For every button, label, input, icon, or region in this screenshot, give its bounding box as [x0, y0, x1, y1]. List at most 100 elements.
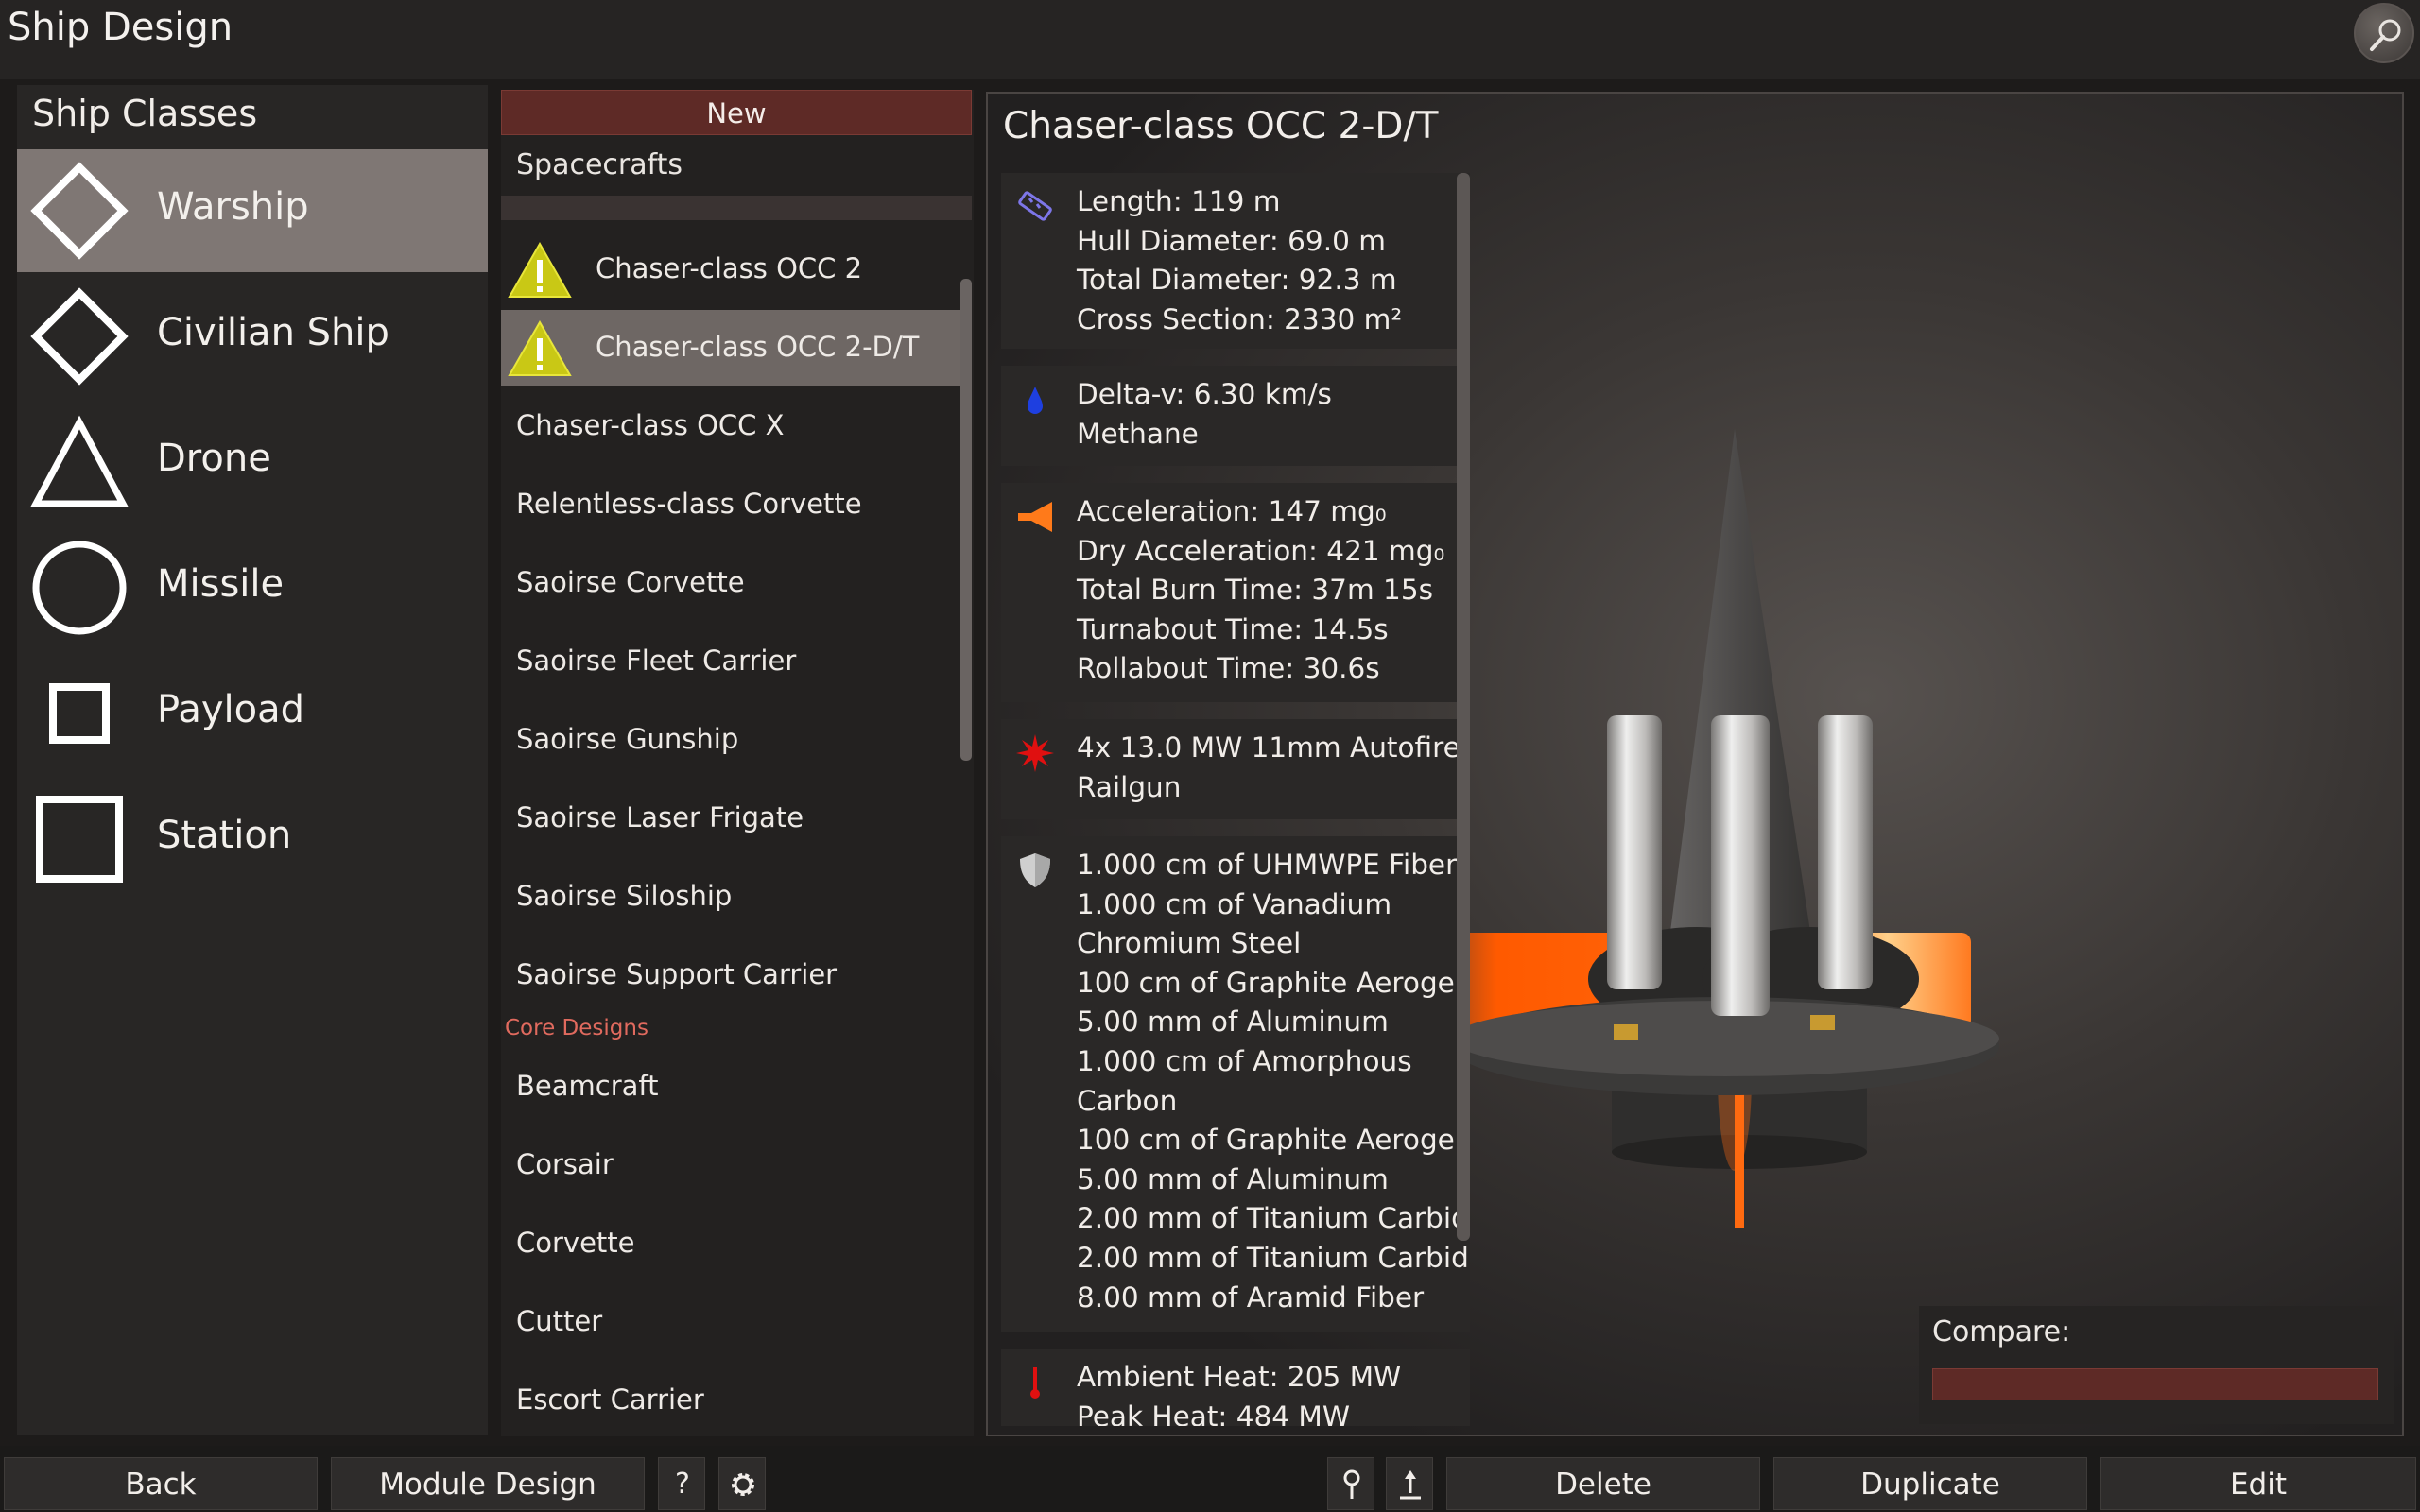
design-item-label: Saoirse Siloship [516, 880, 733, 912]
stat-line: Methane [1077, 417, 1199, 450]
app-title: Ship Design [8, 6, 233, 49]
pin-icon [1343, 1469, 1360, 1499]
core-design-item[interactable]: Corsair [501, 1127, 964, 1203]
thermometer-icon [1030, 1367, 1040, 1399]
stat-line: Carbon [1077, 1084, 1178, 1117]
armor-shield-icon [1020, 853, 1050, 887]
new-design-button[interactable]: New [501, 90, 972, 135]
export-button[interactable] [1386, 1457, 1433, 1510]
fuel-drop-icon [1028, 387, 1043, 414]
ship-title: Chaser-class OCC 2-D/T [1003, 105, 1439, 147]
design-item[interactable]: Saoirse Fleet Carrier [501, 624, 964, 699]
stat-line: Total Burn Time: 37m 15s [1077, 574, 1433, 607]
stat-line: Railgun [1077, 770, 1182, 803]
compare-label: Compare: [1932, 1315, 2071, 1349]
back-button[interactable]: Back [4, 1457, 318, 1510]
design-item[interactable]: Chaser-class OCC X [501, 388, 964, 464]
class-label: Station [157, 814, 292, 857]
class-label: Payload [157, 688, 304, 731]
design-item[interactable]: Saoirse Siloship [501, 859, 964, 935]
ship-stats-list: Length: 119 m Hull Diameter: 69.0 m Tota… [1001, 169, 1470, 1426]
design-item[interactable]: Chaser-class OCC 2 [501, 232, 964, 307]
stats-scrollbar[interactable] [1457, 173, 1470, 1241]
list-divider [501, 196, 972, 220]
triangle-icon [30, 415, 129, 507]
compare-box: Compare: [1919, 1306, 2394, 1424]
class-item-warship[interactable]: Warship [17, 149, 488, 272]
class-item-drone[interactable]: Drone [17, 401, 488, 524]
stat-line: Turnabout Time: 14.5s [1077, 612, 1389, 645]
design-item-label: Cutter [516, 1305, 603, 1337]
thruster-icon [1018, 502, 1052, 532]
settings-button[interactable] [718, 1457, 766, 1510]
pin-button[interactable] [1327, 1457, 1374, 1510]
design-item-label: Saoirse Support Carrier [516, 958, 838, 990]
stat-line: 8.00 mm of Aramid Fiber [1077, 1280, 1425, 1314]
class-label: Civilian Ship [157, 311, 389, 354]
core-design-item[interactable]: Cutter [501, 1284, 964, 1360]
core-design-item[interactable]: Escort Carrier [501, 1363, 964, 1438]
stat-line: Peak Heat: 484 MW [1077, 1400, 1351, 1426]
weapon-burst-icon [1016, 734, 1054, 772]
stat-line: Dry Acceleration: 421 mg₀ [1077, 534, 1445, 567]
gear-icon [732, 1473, 754, 1496]
stat-line: 1.000 cm of Vanadium [1077, 887, 1392, 920]
design-item[interactable]: Saoirse Support Carrier [501, 937, 964, 1013]
stat-line: Ambient Heat: 205 MW [1077, 1361, 1402, 1393]
stat-line: Rollabout Time: 30.6s [1077, 652, 1380, 685]
design-item[interactable]: Saoirse Gunship [501, 702, 964, 778]
propulsion-card: Delta-v: 6.30 km/s Methane [1001, 366, 1470, 466]
core-designs-label: Core Designs [505, 1016, 648, 1040]
delete-button[interactable]: Delete [1446, 1457, 1760, 1510]
design-item[interactable]: Saoirse Laser Frigate [501, 781, 964, 856]
compare-select[interactable] [1932, 1368, 2378, 1400]
stat-line: Total Diameter: 92.3 m [1077, 264, 1397, 297]
design-item-label: Saoirse Corvette [516, 566, 745, 598]
duplicate-button[interactable]: Duplicate [1773, 1457, 2087, 1510]
design-item-label: Escort Carrier [516, 1383, 704, 1416]
design-item-label: Saoirse Laser Frigate [516, 801, 804, 833]
core-design-item[interactable]: Corvette [501, 1206, 964, 1281]
design-item[interactable]: Relentless-class Corvette [501, 467, 964, 542]
ship-classes-header: Ship Classes [32, 93, 258, 134]
stat-line: Chromium Steel [1077, 927, 1302, 960]
design-item-label: Chaser-class OCC 2 [596, 252, 863, 284]
design-item-label: Corsair [516, 1148, 614, 1180]
diamond-icon [30, 287, 129, 386]
class-label: Warship [157, 185, 309, 229]
class-item-payload[interactable]: Payload [17, 652, 488, 775]
edit-button[interactable]: Edit [2100, 1457, 2416, 1510]
design-list-panel: New Spacecrafts Chaser-class OCC 2 Chase… [501, 90, 974, 1436]
help-button[interactable]: ? [658, 1457, 705, 1510]
acceleration-card: Acceleration: 147 mg₀ Dry Acceleration: … [1001, 483, 1470, 702]
diamond-icon [30, 162, 129, 260]
ship-model-render[interactable] [1413, 320, 2151, 1341]
ship-classes-panel: Ship Classes Warship Civilian Ship Drone… [17, 85, 488, 1435]
search-button[interactable] [2354, 3, 2414, 63]
stat-line: 2.00 mm of Titanium Carbide [1077, 1241, 1470, 1274]
stat-line: 1.000 cm of UHMWPE Fiber [1077, 849, 1458, 881]
design-item-label: Saoirse Gunship [516, 723, 739, 755]
design-item-label: Chaser-class OCC X [516, 409, 785, 441]
design-item-label: Beamcraft [516, 1070, 659, 1102]
stat-line: Cross Section: 2330 m² [1077, 302, 1403, 335]
design-list-scrollbar[interactable] [960, 279, 972, 761]
class-item-civilian-ship[interactable]: Civilian Ship [17, 275, 488, 398]
stat-line: 2.00 mm of Titanium Carbide [1077, 1202, 1470, 1235]
module-design-button[interactable]: Module Design [331, 1457, 645, 1510]
ruler-icon [1018, 191, 1052, 221]
small-square-icon [49, 683, 110, 744]
design-item[interactable]: Saoirse Corvette [501, 545, 964, 621]
title-bar: Ship Design [0, 0, 2420, 79]
design-item-label: Saoirse Fleet Carrier [516, 644, 797, 677]
stat-line: Delta-v: 6.30 km/s [1077, 378, 1332, 410]
stat-line: 5.00 mm of Aluminum [1077, 1162, 1389, 1195]
warning-icon [508, 319, 572, 376]
spacecrafts-section-label: Spacecrafts [516, 148, 683, 181]
class-item-missile[interactable]: Missile [17, 526, 488, 649]
circle-icon [32, 541, 127, 635]
class-item-station[interactable]: Station [17, 778, 488, 901]
search-icon [2370, 19, 2401, 51]
core-design-item[interactable]: Beamcraft [501, 1049, 964, 1125]
design-item-selected[interactable]: Chaser-class OCC 2-D/T [501, 310, 964, 386]
